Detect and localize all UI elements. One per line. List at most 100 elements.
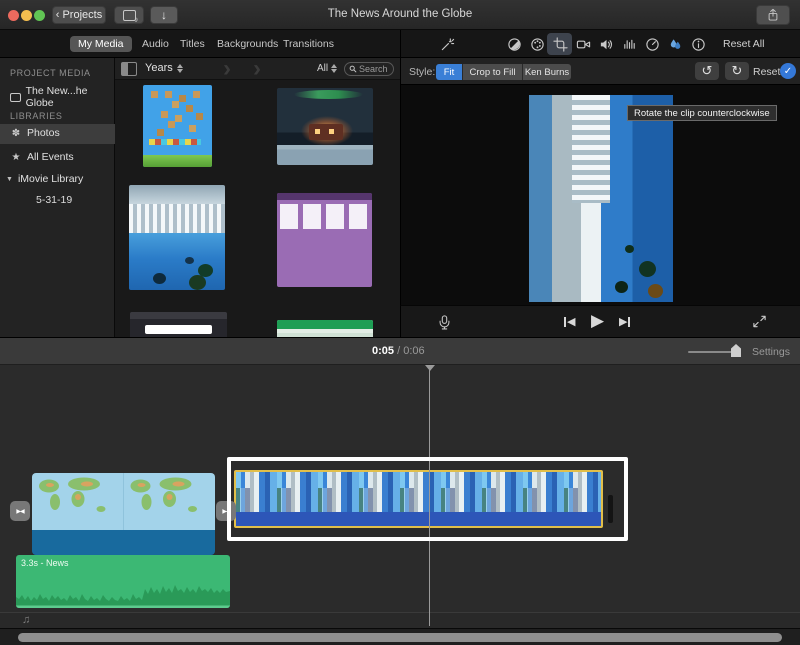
horizontal-scrollbar[interactable]	[18, 633, 782, 642]
timeline-zoom-slider[interactable]	[688, 351, 734, 353]
fullscreen-button[interactable]	[751, 313, 768, 330]
time-display: 0:05 / 0:06	[372, 345, 425, 357]
game-blocks-art	[151, 91, 158, 98]
rocks-art	[185, 257, 194, 264]
timeline-header: 0:05 / 0:06 Settings	[0, 337, 800, 365]
clip-trim-handle[interactable]	[608, 495, 613, 523]
timeline-scrollbar-track	[0, 628, 800, 645]
adjustments-bar: Reset All	[400, 30, 800, 58]
crop-icon[interactable]	[552, 36, 568, 52]
libraries-sidebar: PROJECT MEDIA The New...he Globe LIBRARI…	[0, 58, 115, 340]
tab-audio[interactable]: Audio	[134, 36, 177, 52]
playhead[interactable]	[429, 368, 430, 626]
viewer-preview: Rotate the clip counterclockwise	[400, 85, 800, 305]
sidebar-item-photos[interactable]: ✽ Photos	[0, 124, 115, 144]
photos-label: Photos	[27, 127, 60, 139]
media-thumbnail-purple-board[interactable]	[277, 193, 372, 287]
search-field[interactable]	[344, 62, 394, 76]
media-tabs-bar: My Media Audio Titles Backgrounds Transi…	[0, 30, 400, 58]
selected-waterfall-clip[interactable]	[234, 470, 603, 528]
timeline: ▶◀ ▶◀ 3.3s - News ♫	[0, 365, 800, 628]
title-bar: ‹ Projects ♪ ↓ The News Around the Globe	[0, 0, 800, 30]
style-reset-button[interactable]: Reset	[753, 66, 780, 78]
skip-forward-icon: ▶	[619, 316, 628, 328]
tab-titles[interactable]: Titles	[172, 36, 213, 52]
media-thumbnail-cabin[interactable]	[277, 88, 373, 165]
fullscreen-icon	[753, 315, 766, 328]
game-ground-art	[143, 155, 212, 167]
transition-right-icon[interactable]: ▶◀	[216, 501, 236, 521]
disclosure-triangle-icon[interactable]: ▼	[6, 176, 13, 183]
media-thumbnail-game[interactable]	[143, 85, 212, 167]
photos-flower-icon: ✽	[11, 127, 21, 139]
style-label: Style:	[409, 66, 436, 78]
zoom-slider-thumb[interactable]	[731, 344, 741, 357]
timeline-settings-button[interactable]: Settings	[752, 346, 790, 358]
rotate-clockwise-button[interactable]: ↻	[725, 62, 749, 80]
speed-icon[interactable]	[644, 36, 660, 52]
news-audio-clip[interactable]: 3.3s - News	[16, 555, 230, 608]
tooltip: Rotate the clip counterclockwise	[627, 105, 777, 121]
transition-left-icon[interactable]: ▶◀	[10, 501, 30, 521]
chevron-separator-icon: ›	[223, 58, 231, 82]
equalizer-icon[interactable]	[621, 36, 637, 52]
volume-icon[interactable]	[598, 36, 614, 52]
sidebar-item-project[interactable]: The New...he Globe	[10, 85, 114, 109]
play-button[interactable]: ▶	[591, 311, 604, 331]
sidebar-item-all-events[interactable]: ★ All Events	[10, 151, 74, 163]
info-icon[interactable]	[690, 36, 706, 52]
filter-label: All	[317, 63, 329, 74]
playback-bar: ◀ ▶ ▶	[400, 305, 800, 337]
all-events-star-icon: ★	[11, 151, 21, 163]
aurora-art	[294, 90, 364, 99]
enhance-wand-icon[interactable]	[439, 36, 455, 52]
sidebar-item-imovie-library[interactable]: ▼ iMovie Library	[6, 173, 83, 185]
check-icon: ✓	[783, 65, 793, 77]
preview-rotated-waterfall-image[interactable]	[529, 95, 673, 302]
style-crop-to-fill-button[interactable]: Crop to Fill	[463, 64, 523, 80]
media-browser: Years › › All	[115, 58, 400, 340]
dark-window-chrome-art	[130, 312, 227, 319]
playhead-handle-icon[interactable]	[425, 365, 435, 371]
style-ken-burns-button[interactable]: Ken Burns	[523, 64, 571, 80]
project-media-header: PROJECT MEDIA	[10, 68, 91, 78]
imovie-library-label: iMovie Library	[17, 173, 84, 185]
video-effects-icon[interactable]	[667, 36, 683, 52]
voiceover-mic-button[interactable]	[435, 311, 453, 333]
media-thumbnail-dark-window[interactable]	[130, 312, 227, 340]
rotate-ccw-icon: ↺	[701, 63, 713, 78]
waterfall-art	[129, 203, 225, 234]
sidebar-toggle-icon[interactable]	[121, 62, 137, 76]
search-input[interactable]	[359, 64, 393, 74]
share-icon	[768, 8, 778, 21]
share-button[interactable]	[756, 5, 790, 25]
filter-dropdown[interactable]: All	[317, 63, 338, 74]
media-thumbnail-waterfall[interactable]	[129, 185, 225, 290]
rotate-cw-icon: ↻	[731, 63, 743, 78]
imovie-window: ‹ Projects ♪ ↓ The News Around the Globe…	[0, 0, 800, 645]
background-music-well[interactable]: ♫	[0, 612, 800, 628]
apply-check-button[interactable]: ✓	[780, 63, 796, 79]
rotate-counterclockwise-button[interactable]: ↺	[695, 62, 719, 80]
sidebar-item-event-date[interactable]: 5-31-19	[36, 194, 72, 206]
color-correction-icon[interactable]	[529, 36, 545, 52]
green-window-header-art	[277, 320, 373, 329]
skip-back-icon: ◀	[567, 316, 576, 328]
style-fit-button[interactable]: Fit	[436, 64, 463, 80]
skip-forward-button[interactable]: ▶	[619, 315, 631, 328]
skip-back-button[interactable]: ◀	[564, 315, 575, 328]
current-time: 0:05	[372, 345, 395, 357]
tab-my-media[interactable]: My Media	[70, 36, 132, 52]
purple-cards-art	[280, 204, 369, 229]
group-by-dropdown[interactable]: Years	[145, 62, 183, 74]
color-balance-icon[interactable]	[506, 36, 522, 52]
world-map-video-clip[interactable]	[32, 473, 215, 555]
tab-transitions[interactable]: Transitions	[275, 36, 342, 52]
group-by-label: Years	[145, 62, 173, 74]
game-score-art	[149, 139, 201, 145]
audio-clip-label: 3.3s - News	[21, 558, 69, 568]
music-note-icon: ♫	[22, 614, 31, 626]
stabilization-icon[interactable]	[575, 36, 591, 52]
reset-all-button[interactable]: Reset All	[723, 38, 764, 50]
audio-waveform-art	[16, 585, 230, 608]
